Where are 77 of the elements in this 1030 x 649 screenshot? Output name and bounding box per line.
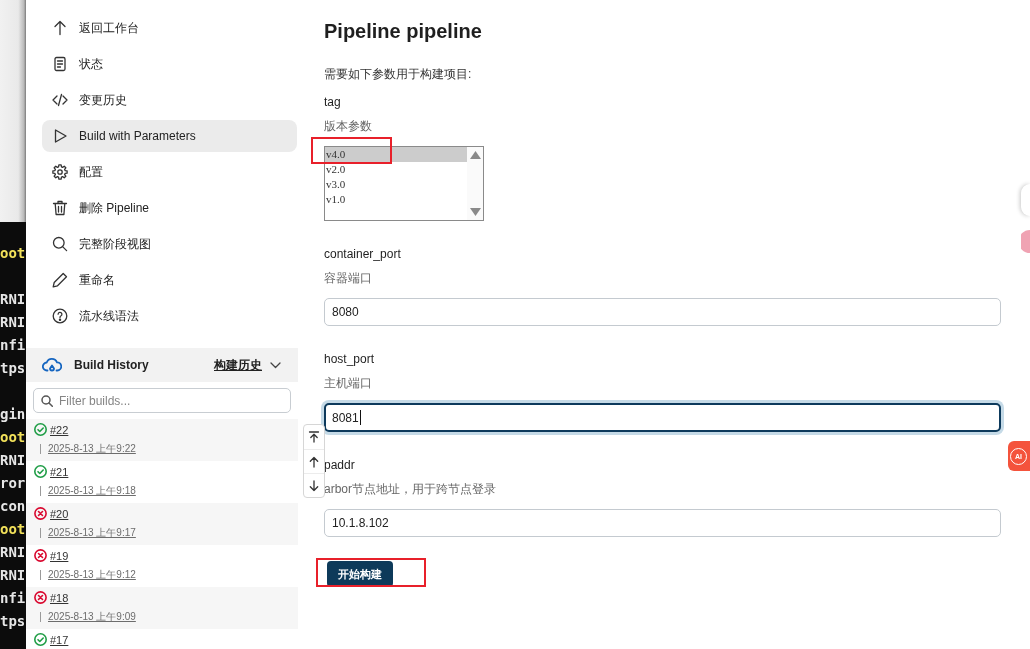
trash-icon xyxy=(52,200,68,216)
parameter-description: arbor节点地址，用于跨节点登录 xyxy=(324,481,497,498)
text-cursor-icon xyxy=(359,410,361,425)
terminal-text: con xyxy=(0,497,26,516)
sidebar-item[interactable]: 删除 Pipeline xyxy=(42,192,297,224)
parameter-name: tag xyxy=(324,94,342,111)
search-icon xyxy=(52,236,68,252)
play-icon xyxy=(52,128,68,144)
sidebar-item[interactable]: 配置 xyxy=(42,156,297,188)
terminal-text: RNI xyxy=(0,290,26,309)
help-icon xyxy=(52,308,68,324)
scroll-up-triangle-icon[interactable] xyxy=(469,151,481,159)
terminal-text: oot xyxy=(0,428,26,447)
parameter-description: 主机端口 xyxy=(324,375,373,392)
intro-text: 需要如下参数用于构建项目: xyxy=(324,66,473,83)
build-number-link[interactable]: #22 xyxy=(50,423,69,436)
build-date-link[interactable]: 2025-8-13 上午9:18 xyxy=(48,484,136,498)
build-date-link[interactable]: 2025-8-13 上午9:17 xyxy=(48,526,136,540)
parameter-name: container_port xyxy=(324,246,402,263)
arrow-down-icon xyxy=(308,479,320,492)
parameter-description: 版本参数 xyxy=(324,118,373,135)
terminal-text: nfi xyxy=(0,589,26,608)
search-icon xyxy=(41,394,53,407)
list-option[interactable]: v4.0 xyxy=(325,147,467,162)
build-date-link[interactable]: 2025-8-13 上午9:12 xyxy=(48,568,136,582)
text-field[interactable]: 8080 xyxy=(324,298,1001,326)
arrow-up-icon xyxy=(308,455,320,468)
sidebar-item[interactable]: 变更历史 xyxy=(42,84,297,116)
list-option[interactable]: v2.0 xyxy=(325,162,467,177)
list-option[interactable]: v3.0 xyxy=(325,177,467,192)
terminal-text: nfi xyxy=(0,336,26,355)
build-number-link[interactable]: #20 xyxy=(50,507,69,520)
scroll-down-triangle-icon[interactable] xyxy=(469,208,481,216)
arrow-up-icon xyxy=(52,20,68,36)
terminal-text: ror xyxy=(0,474,26,493)
version-listbox[interactable]: v4.0 v2.0 v3.0 v1.0 xyxy=(324,146,484,221)
text-field[interactable]: 10.1.8.102 xyxy=(324,509,1001,537)
code-icon xyxy=(52,92,68,108)
side-badge-icon[interactable] xyxy=(1021,227,1030,256)
scrollbar[interactable] xyxy=(467,147,483,220)
terminal-text: RNI xyxy=(0,451,26,470)
build-date-link[interactable]: 2025-8-13 上午9:22 xyxy=(48,442,136,456)
build-date-link[interactable]: 2025-8-13 上午9:09 xyxy=(48,610,136,624)
build-button[interactable]: 开始构建 xyxy=(327,561,393,587)
sidebar-item[interactable]: 返回工作台 xyxy=(42,12,297,44)
parameter-name: paddr xyxy=(324,457,356,474)
section-title: Build History xyxy=(74,358,149,372)
terminal-text: RNI xyxy=(0,313,26,332)
pencil-icon xyxy=(52,272,68,288)
filter-field[interactable]: Filter builds... xyxy=(33,388,291,413)
terminal-text: RNI xyxy=(0,543,26,562)
cloud-drop-icon xyxy=(42,356,62,374)
arrow-to-top-icon xyxy=(308,431,320,443)
terminal-text: RNI xyxy=(0,566,26,585)
build-number-link[interactable]: #18 xyxy=(50,591,69,604)
chevron-down-icon[interactable] xyxy=(270,361,281,369)
build-number-link[interactable]: #17 xyxy=(50,633,69,646)
terminal-text: oot xyxy=(0,520,26,539)
terminal-text: oot xyxy=(0,244,26,263)
text-field[interactable]: 8081 xyxy=(324,403,1001,432)
document-icon xyxy=(52,56,68,72)
terminal-text: tps xyxy=(0,612,26,631)
sidebar-item[interactable]: 完整阶段视图 xyxy=(42,228,297,260)
build-number-link[interactable]: #19 xyxy=(50,549,69,562)
sidebar-item[interactable]: Build with Parameters xyxy=(42,120,297,152)
terminal-text: gin xyxy=(0,405,26,424)
parameter-description: 容器端口 xyxy=(324,270,373,287)
parameter-name: host_port xyxy=(324,351,376,368)
terminal-text: tps xyxy=(0,359,26,378)
settings-icon xyxy=(52,164,68,180)
build-history-link[interactable]: 构建历史 xyxy=(214,356,262,374)
sidebar-item[interactable]: 流水线语法 xyxy=(42,300,297,332)
page-title: Pipeline pipeline xyxy=(324,19,483,44)
sidebar-item[interactable]: 重命名 xyxy=(42,264,297,296)
sidebar-item[interactable]: 状态 xyxy=(42,48,297,80)
build-number-link[interactable]: #21 xyxy=(50,465,69,478)
list-option[interactable]: v1.0 xyxy=(325,192,467,207)
